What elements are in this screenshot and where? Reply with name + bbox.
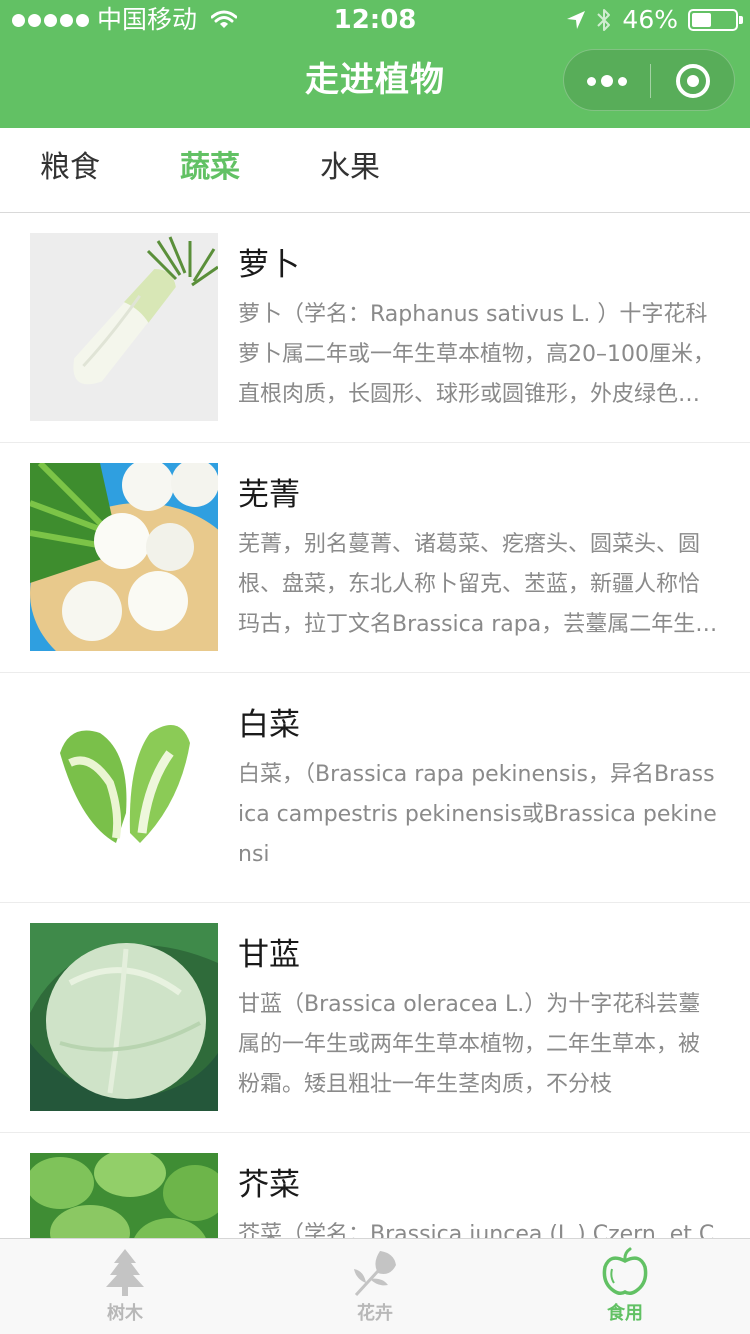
- list-item[interactable]: 萝卜 萝卜（学名：Raphanus sativus L. ）十字花科萝卜属二年或…: [0, 213, 750, 443]
- bottom-tab-bar: 树木 花卉 食用: [0, 1238, 750, 1334]
- flower-icon: [354, 1251, 396, 1297]
- item-description: 芥菜（学名：Brassica juncea (L.) Czern. et Cos…: [238, 1222, 715, 1238]
- item-title: 萝卜: [238, 247, 300, 283]
- list-item[interactable]: 芜菁 芜菁，别名蔓菁、诸葛菜、疙瘩头、圆菜头、圆根、盘菜，东北人称卜留克、苤蓝，…: [0, 443, 750, 673]
- list-item[interactable]: 甘蓝 甘蓝（Brassica oleracea L.）为十字花科芸薹属的一年生或…: [0, 903, 750, 1133]
- item-title: 白菜: [238, 707, 300, 743]
- tree-icon: [106, 1249, 144, 1296]
- radish-image: [30, 233, 218, 421]
- apple-icon: [602, 1247, 648, 1296]
- category-tabs: 粮食 蔬菜 水果: [0, 128, 750, 213]
- item-title: 甘蓝: [238, 937, 300, 973]
- item-description: 甘蓝（Brassica oleracea L.）为十字花科芸薹属的一年生或两年生…: [238, 992, 701, 1097]
- status-bar: 中国移动 12:08 46%: [0, 0, 750, 40]
- cabbage-image: [30, 923, 218, 1111]
- tabbar-label: 树木: [107, 1303, 143, 1324]
- list-item[interactable]: 白菜 白菜，（Brassica rapa pekinensis，异名Brassi…: [0, 673, 750, 903]
- battery-percent: 46%: [622, 5, 678, 34]
- tabbar-label: 食用: [607, 1303, 643, 1324]
- tabbar-item-flowers[interactable]: 花卉: [250, 1239, 500, 1334]
- tab-grain[interactable]: 粮食: [40, 128, 100, 212]
- chinese-cabbage-image: [30, 693, 218, 881]
- item-description: 白菜，（Brassica rapa pekinensis，异名Brassica …: [238, 762, 717, 867]
- tabbar-label: 花卉: [357, 1303, 393, 1324]
- item-description: 芜菁，别名蔓菁、诸葛菜、疙瘩头、圆菜头、圆根、盘菜，东北人称卜留克、苤蓝，新疆人…: [238, 532, 718, 637]
- turnip-image: [30, 463, 218, 651]
- target-close-icon[interactable]: [650, 50, 736, 112]
- item-title: 芥菜: [238, 1167, 300, 1203]
- tab-vegetables[interactable]: 蔬菜: [180, 128, 240, 212]
- plant-list: 萝卜 萝卜（学名：Raphanus sativus L. ）十字花科萝卜属二年或…: [0, 213, 750, 1238]
- mustard-greens-image: [30, 1153, 218, 1238]
- bluetooth-icon: [597, 9, 611, 31]
- item-description: 萝卜（学名：Raphanus sativus L. ）十字花科萝卜属二年或一年生…: [238, 302, 715, 407]
- header: 中国移动 12:08 46% 走进植物: [0, 0, 750, 128]
- location-arrow-icon: [567, 11, 586, 29]
- list-item[interactable]: 芥菜 芥菜（学名：Brassica juncea (L.) Czern. et …: [0, 1133, 750, 1238]
- more-dots-icon[interactable]: [564, 50, 650, 112]
- tab-fruit[interactable]: 水果: [320, 128, 380, 212]
- tabbar-item-trees[interactable]: 树木: [0, 1239, 250, 1334]
- tabbar-item-edible[interactable]: 食用: [500, 1239, 750, 1334]
- battery-icon: [688, 9, 743, 31]
- mini-program-capsule: [563, 49, 735, 111]
- item-title: 芜菁: [238, 477, 300, 513]
